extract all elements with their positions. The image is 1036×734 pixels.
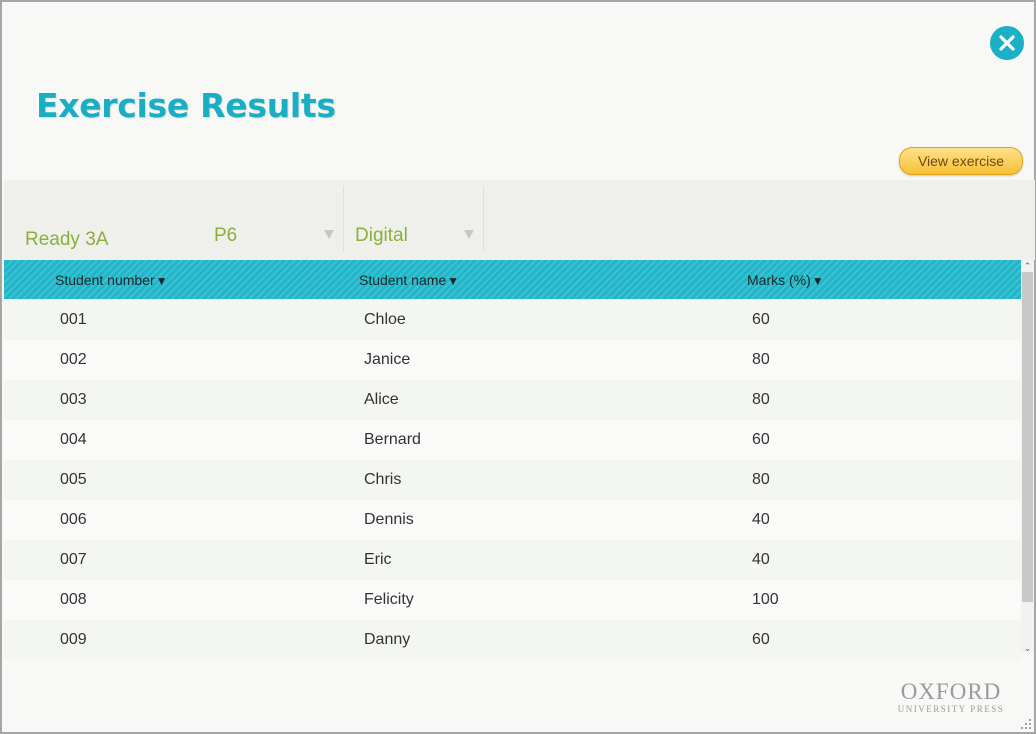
scrollbar-thumb[interactable] [1022,272,1033,602]
logo-subtitle: UNIVERSITY PRESS [897,704,1005,714]
page-title: Exercise Results [36,86,336,125]
student-name: Bernard [364,431,421,448]
chevron-down-icon[interactable] [324,230,334,239]
divider [483,186,484,252]
table-row[interactable]: 006 Dennis 40 [4,500,1021,540]
student-number: 006 [60,511,87,528]
student-number: 009 [60,631,87,648]
oxford-logo: OXFORD UNIVERSITY PRESS [895,679,1007,715]
vertical-scrollbar[interactable]: ⌃ ⌄ [1021,260,1034,654]
marks-value: 40 [752,511,770,528]
marks-value: 80 [752,471,770,488]
marks-value: 40 [752,551,770,568]
table-row[interactable]: 009 Danny 60 [4,620,1021,660]
sort-arrow-icon: ▼ [447,274,460,288]
table-row[interactable]: 004 Bernard 60 [4,420,1021,460]
student-name: Danny [364,631,411,648]
student-name: Eric [364,551,392,568]
sort-arrow-icon: ▼ [155,274,168,288]
table-row[interactable]: 005 Chris 80 [4,460,1021,500]
marks-value: 80 [752,351,770,368]
divider [343,186,344,252]
table-row[interactable]: 001 Chloe 60 [4,300,1021,340]
marks-value: 60 [752,631,770,648]
student-number: 005 [60,471,87,488]
student-number: 003 [60,391,87,408]
table-row[interactable]: 008 Felicity 100 [4,580,1021,620]
type-dropdown[interactable]: Digital [355,225,408,247]
marks-value: 80 [752,391,770,408]
marks-value: 100 [752,591,779,608]
column-label: Student number [55,272,155,288]
sort-student-number[interactable]: Student number▼ [55,272,168,288]
resize-grip-icon[interactable] [1020,718,1032,730]
view-exercise-button[interactable]: View exercise [899,147,1023,175]
student-name: Dennis [364,511,414,528]
sort-marks[interactable]: Marks (%)▼ [747,272,824,288]
sort-arrow-icon: ▼ [811,274,824,288]
student-number: 004 [60,431,87,448]
student-name: Felicity [364,591,414,608]
student-number: 002 [60,351,87,368]
sort-student-name[interactable]: Student name▼ [359,272,459,288]
student-name: Janice [364,351,411,368]
marks-value: 60 [752,431,770,448]
table-row[interactable]: 003 Alice 80 [4,380,1021,420]
filter-bar: Ready 3A P6 Digital [4,180,1035,260]
class-label: Ready 3A [25,229,109,250]
column-label: Student name [359,272,447,288]
column-label: Marks (%) [747,272,811,288]
results-window: Exercise Results View exercise Ready 3A … [0,0,1036,734]
close-button[interactable] [990,26,1024,60]
student-name: Chloe [364,311,406,328]
student-number: 001 [60,311,87,328]
results-table-body: 001 Chloe 60 002 Janice 80 003 Alice 80 … [4,300,1021,660]
marks-value: 60 [752,311,770,328]
level-dropdown[interactable]: P6 [214,225,237,247]
chevron-up-icon[interactable]: ⌃ [1021,260,1034,272]
student-name: Alice [364,391,399,408]
student-number: 007 [60,551,87,568]
chevron-down-icon[interactable] [464,230,474,239]
student-number: 008 [60,591,87,608]
table-row[interactable]: 002 Janice 80 [4,340,1021,380]
student-name: Chris [364,471,402,488]
table-row[interactable]: 007 Eric 40 [4,540,1021,580]
chevron-down-icon[interactable]: ⌄ [1021,642,1034,654]
table-header: Student number▼ Student name▼ Marks (%)▼ [4,260,1021,299]
logo-wordmark: OXFORD [900,679,1002,704]
close-icon [999,35,1015,51]
